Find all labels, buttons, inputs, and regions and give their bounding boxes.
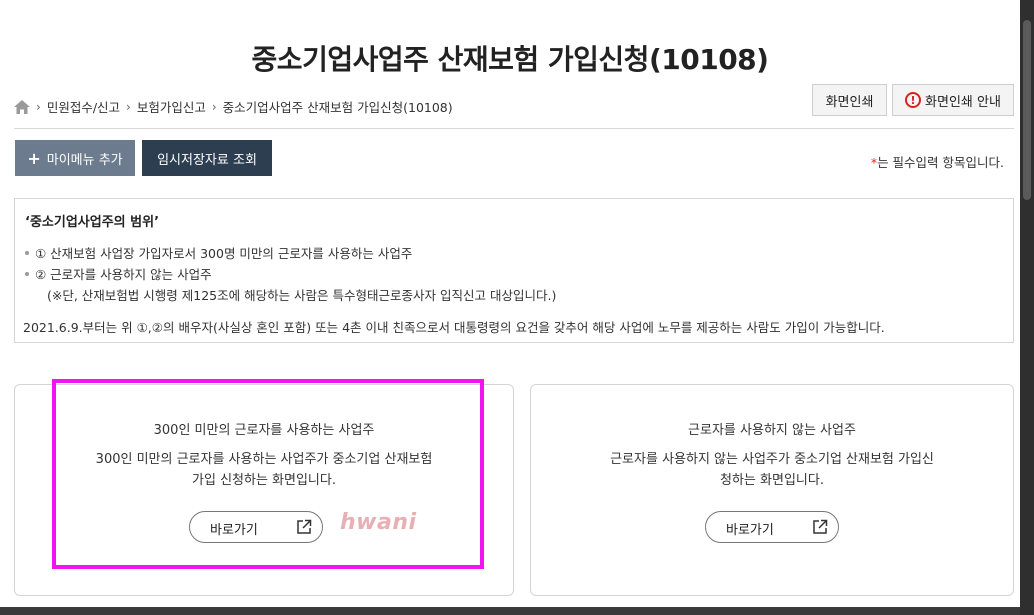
info-title: ‘중소기업사업주의 범위’ [25, 215, 160, 230]
card-description: 근로자를 사용하지 않는 사업주가 중소기업 산재보험 가입신 청하는 화면입니… [531, 449, 1013, 491]
info-item-1-text: ① 산재보험 사업장 가입자로서 300명 미만의 근로자를 사용하는 사업주 [35, 246, 413, 261]
external-link-icon [813, 519, 828, 534]
home-icon[interactable] [14, 99, 30, 114]
chevron-right-icon: › [36, 99, 41, 114]
info-box: ‘중소기업사업주의 범위’ ① 산재보험 사업장 가입자로서 300명 미만의 … [14, 198, 1014, 343]
card-desc-line-1: 근로자를 사용하지 않는 사업주가 중소기업 산재보험 가입신 [610, 452, 934, 467]
card-desc-line-2: 가입 신청하는 화면입니다. [192, 473, 336, 488]
shortcut-label: 바로가기 [210, 523, 258, 538]
page: 중소기업사업주 산재보험 가입신청(10108) › 민원접수/신고 › 보험가… [0, 0, 1020, 607]
info-item-2-text: ② 근로자를 사용하지 않는 사업주 [35, 267, 212, 282]
print-guide-label: 화면인쇄 안내 [925, 94, 1001, 110]
info-item-1: ① 산재보험 사업장 가입자로서 300명 미만의 근로자를 사용하는 사업주 [25, 243, 412, 262]
bullet-icon [25, 250, 29, 255]
shortcut-button[interactable]: 바로가기 [705, 511, 839, 543]
breadcrumb: › 민원접수/신고 › 보험가입신고 › 중소기업사업주 산재보험 가입신청(1… [14, 97, 453, 116]
card-title: 300인 미만의 근로자를 사용하는 사업주 [153, 423, 375, 438]
shortcut-label: 바로가기 [726, 523, 774, 538]
required-note-text: 는 필수입력 항목입니다. [877, 155, 1004, 170]
chevron-right-icon: › [126, 99, 131, 114]
info-footer: 2021.6.9.부터는 위 ①,②의 배우자(사실상 혼인 포함) 또는 4촌… [23, 320, 885, 335]
scrollbar-thumb[interactable] [1023, 20, 1031, 200]
plus-icon: + [27, 148, 41, 168]
chevron-right-icon: › [211, 99, 217, 114]
card-desc-line-2: 청하는 화면입니다. [720, 473, 824, 488]
watermark: hwani [340, 510, 417, 535]
scrollbar[interactable] [1020, 0, 1034, 615]
alert-icon: ! [905, 92, 922, 108]
print-button[interactable]: 화면인쇄 [812, 84, 887, 116]
required-note: *는 필수입력 항목입니다. [871, 152, 1004, 171]
bullet-icon [25, 271, 29, 276]
shortcut-button[interactable]: 바로가기 [189, 511, 323, 543]
info-note: (※단, 산재보험법 시행령 제125조에 해당하는 사람은 특수형태근로종사자… [47, 288, 557, 303]
divider [14, 128, 1014, 129]
page-title: 중소기업사업주 산재보험 가입신청(10108) [251, 43, 769, 76]
card-description: 300인 미만의 근로자를 사용하는 사업주가 중소기업 산재보험 가입 신청하… [15, 449, 513, 491]
card-no-employees: 근로자를 사용하지 않는 사업주 근로자를 사용하지 않는 사업주가 중소기업 … [530, 384, 1014, 596]
print-guide-button[interactable]: ! 화면인쇄 안내 [892, 84, 1014, 116]
external-link-icon [297, 519, 312, 534]
breadcrumb-item-insurance[interactable]: 보험가입신고 [137, 97, 206, 116]
card-desc-line-1: 300인 미만의 근로자를 사용하는 사업주가 중소기업 산재보험 [95, 452, 433, 467]
breadcrumb-item-current: 중소기업사업주 산재보험 가입신청(10108) [222, 100, 453, 115]
add-mymenu-label: 마이메뉴 추가 [46, 152, 123, 168]
info-item-2: ② 근로자를 사용하지 않는 사업주 [25, 264, 212, 283]
temp-saved-button[interactable]: 임시저장자료 조회 [142, 140, 272, 176]
add-mymenu-button[interactable]: + 마이메뉴 추가 [15, 140, 135, 176]
breadcrumb-item-civil[interactable]: 민원접수/신고 [47, 97, 120, 116]
card-under-300: 300인 미만의 근로자를 사용하는 사업주 300인 미만의 근로자를 사용하… [14, 384, 514, 596]
card-title: 근로자를 사용하지 않는 사업주 [688, 423, 856, 438]
